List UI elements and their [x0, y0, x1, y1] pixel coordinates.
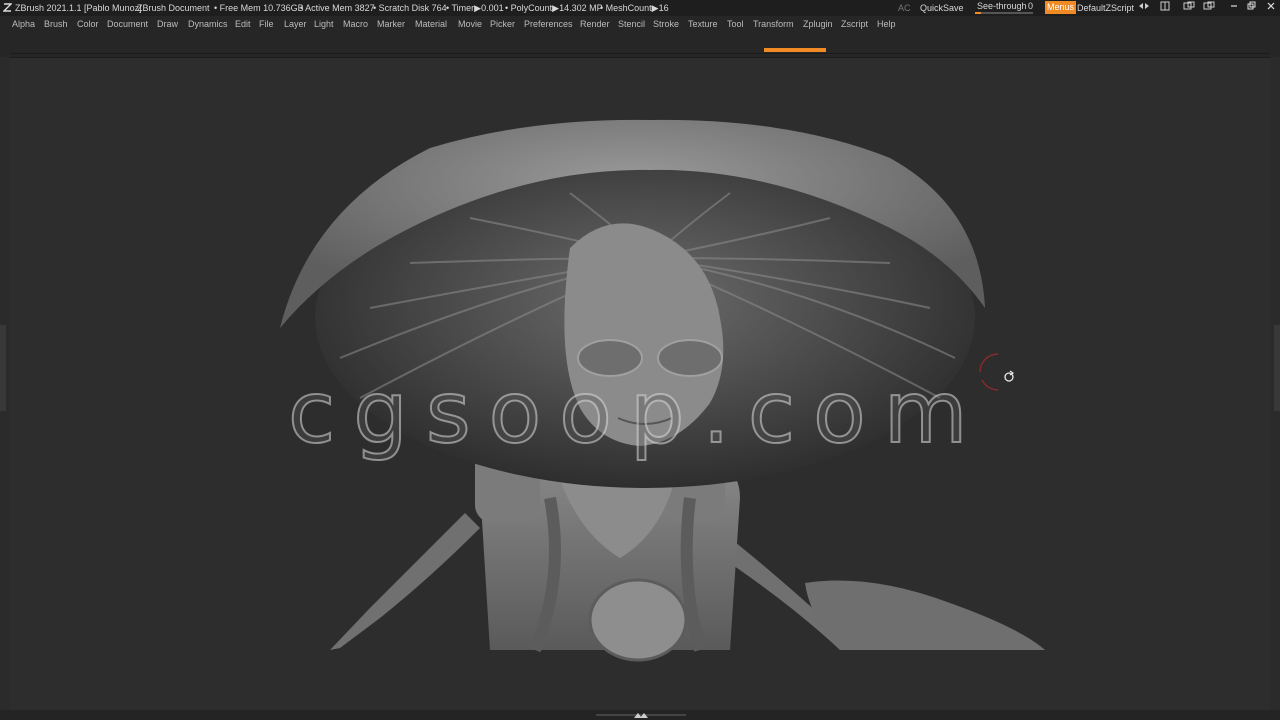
- config-icon[interactable]: [1203, 0, 1215, 10]
- polycount: • PolyCount▶14.302 MP: [505, 3, 603, 13]
- document-canvas[interactable]: cgsoop.com: [10, 57, 1270, 711]
- meshcount: • MeshCount▶16: [600, 3, 669, 13]
- menu-render[interactable]: Render: [580, 16, 610, 33]
- ac-label: AC: [898, 3, 911, 13]
- menus-button[interactable]: Menus: [1045, 1, 1077, 14]
- menu-movie[interactable]: Movie: [458, 16, 482, 33]
- menu-transform[interactable]: Transform: [753, 16, 794, 33]
- menu-texture[interactable]: Texture: [688, 16, 718, 33]
- menu-stencil[interactable]: Stencil: [618, 16, 645, 33]
- menu-zscript[interactable]: Zscript: [841, 16, 868, 33]
- menu-dynamics[interactable]: Dynamics: [188, 16, 228, 33]
- menu-layer[interactable]: Layer: [284, 16, 307, 33]
- menu-document[interactable]: Document: [107, 16, 148, 33]
- title-bar: ZBrush 2021.1.1 [Pablo Munoz] ZBrush Doc…: [0, 0, 1280, 16]
- menu-alpha[interactable]: Alpha: [12, 16, 35, 33]
- close-icon[interactable]: [1266, 0, 1276, 10]
- menu-color[interactable]: Color: [77, 16, 99, 33]
- minimize-icon[interactable]: [1229, 0, 1239, 10]
- menu-file[interactable]: File: [259, 16, 274, 33]
- active-mem: • Active Mem 3827: [300, 3, 375, 13]
- timer: • Timer▶0.001: [446, 3, 504, 13]
- default-zscript-button[interactable]: DefaultZScript: [1077, 0, 1134, 16]
- quicksave-button[interactable]: QuickSave: [920, 0, 964, 16]
- document-title: ZBrush Document: [137, 3, 210, 13]
- menu-bar: Alpha Brush Color Document Draw Dynamics…: [0, 16, 1280, 33]
- menu-brush[interactable]: Brush: [44, 16, 68, 33]
- right-tray-handle[interactable]: [1274, 325, 1280, 411]
- menu-edit[interactable]: Edit: [235, 16, 251, 33]
- zbrush-logo-icon: [2, 0, 13, 17]
- restore-icon[interactable]: [1247, 0, 1257, 10]
- menu-macro[interactable]: Macro: [343, 16, 368, 33]
- layout-icon[interactable]: [1160, 0, 1170, 11]
- watermark: cgsoop.com: [287, 362, 986, 464]
- menu-stroke[interactable]: Stroke: [653, 16, 679, 33]
- scratch-disk: • Scratch Disk 764: [373, 3, 447, 13]
- rotate-cursor-icon: [976, 350, 1020, 394]
- ui-icon[interactable]: [1183, 0, 1195, 10]
- menu-help[interactable]: Help: [877, 16, 896, 33]
- menu-material[interactable]: Material: [415, 16, 447, 33]
- menu-preferences[interactable]: Preferences: [524, 16, 573, 33]
- arrows-icon[interactable]: [1138, 0, 1149, 10]
- tray-toggle-icon[interactable]: [596, 710, 686, 720]
- menu-light[interactable]: Light: [314, 16, 334, 33]
- menu-marker[interactable]: Marker: [377, 16, 405, 33]
- active-tab-indicator[interactable]: [764, 48, 826, 52]
- bottom-tray: [0, 710, 1280, 720]
- menu-zplugin[interactable]: Zplugin: [803, 16, 833, 33]
- see-through-slider[interactable]: [975, 12, 1033, 14]
- app-title: ZBrush 2021.1.1 [Pablo Munoz]: [15, 3, 142, 13]
- shelf-strip: [0, 33, 1280, 57]
- left-tray-handle[interactable]: [0, 325, 6, 411]
- menu-draw[interactable]: Draw: [157, 16, 178, 33]
- menu-picker[interactable]: Picker: [490, 16, 515, 33]
- free-mem: • Free Mem 10.736GB: [214, 3, 304, 13]
- shelf-divider: [10, 53, 1270, 54]
- menu-tool[interactable]: Tool: [727, 16, 744, 33]
